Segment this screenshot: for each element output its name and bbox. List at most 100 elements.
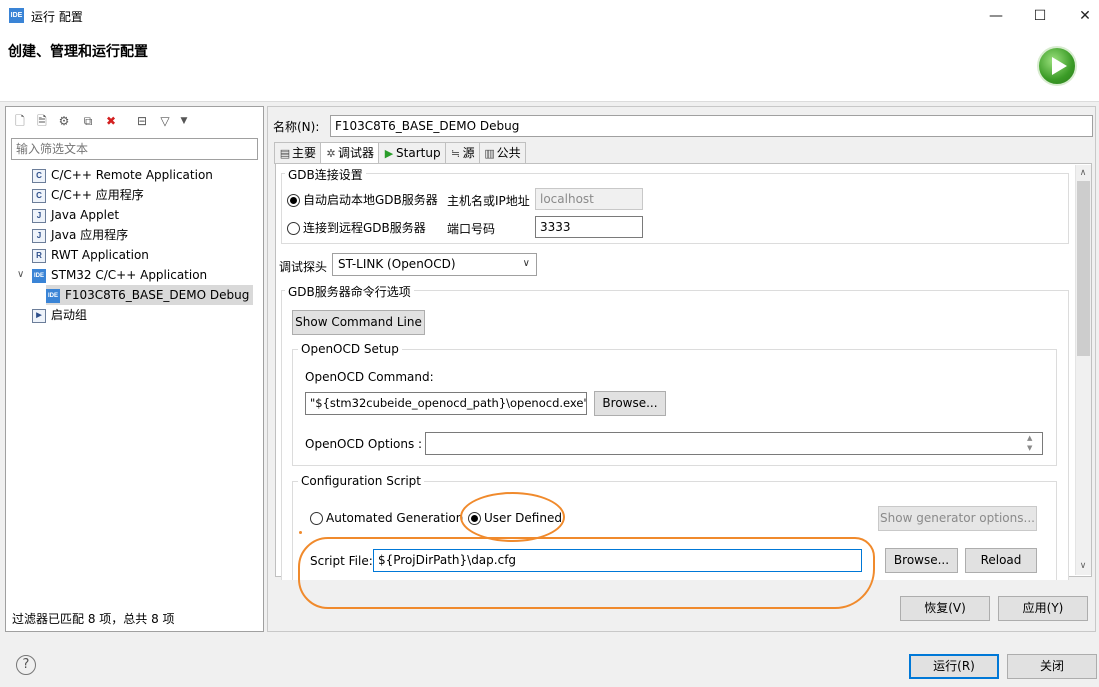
host-field: localhost (535, 188, 643, 210)
openocd-options-label: OpenOCD Options : (305, 437, 423, 451)
tree-item-rwt[interactable]: R RWT Application (32, 245, 149, 265)
scroll-up-icon[interactable]: ∧ (1075, 165, 1091, 181)
run-button[interactable]: 运行(R) (909, 654, 999, 679)
script-file-highlight (298, 537, 875, 609)
port-label: 端口号码 (447, 222, 496, 236)
filter-icon[interactable]: ▽ (157, 113, 173, 129)
tree-item-launch-group[interactable]: ▶ 启动组 (32, 305, 87, 325)
tree-item-label: Java 应用程序 (51, 228, 129, 242)
tab-label: 源 (462, 146, 475, 160)
java-app-icon: J (32, 228, 46, 243)
play-icon: ▶ (384, 147, 394, 160)
port-field[interactable]: 3333 (535, 216, 643, 238)
minimize-button[interactable]: — (986, 6, 1006, 26)
tree-item-label: C/C++ Remote Application (51, 168, 213, 182)
tree-item-java-applet[interactable]: J Java Applet (32, 205, 119, 225)
bug-icon: ✲ (326, 147, 336, 160)
configuration-script-title: Configuration Script (298, 474, 424, 488)
title-bar (0, 0, 1099, 32)
delete-icon[interactable]: ✖ (103, 113, 119, 129)
tab-common[interactable]: ▥ 公共 (478, 142, 526, 164)
tab-strip: ▤ 主要 ✲ 调试器 ▶ Startup ≒ 源 ▥ 公共 (274, 142, 526, 165)
page-title: 创建、管理和运行配置 (8, 44, 148, 60)
tab-label: 调试器 (338, 146, 375, 160)
tree-item-java-app[interactable]: J Java 应用程序 (32, 225, 128, 245)
tab-label: 公共 (496, 146, 521, 160)
tree-item-label: C/C++ 应用程序 (51, 188, 144, 202)
java-applet-icon: J (32, 208, 46, 223)
close-button[interactable]: 关闭 (1007, 654, 1097, 679)
launch-group-icon: ▶ (32, 308, 46, 323)
apply-button[interactable]: 应用(Y) (998, 596, 1088, 621)
radio-selected-icon (287, 194, 300, 207)
chevron-down-icon[interactable]: ∨ (17, 265, 24, 285)
ide-icon: IDE (32, 268, 46, 283)
auto-start-radio[interactable]: 自动启动本地GDB服务器 (287, 191, 438, 208)
ide-icon: IDE (46, 288, 60, 303)
automated-generation-label: Automated Generation (326, 511, 464, 525)
debug-probe-label: 调试探头 (279, 260, 328, 274)
show-command-line-button[interactable]: Show Command Line (292, 310, 425, 335)
tree-item-label: 启动组 (51, 308, 88, 322)
gdb-connection-title: GDB连接设置 (285, 166, 366, 183)
filter-input[interactable] (11, 138, 258, 160)
tab-startup[interactable]: ▶ Startup (378, 142, 446, 164)
script-browse-button[interactable]: Browse... (885, 548, 958, 573)
auto-start-label: 自动启动本地GDB服务器 (303, 193, 438, 207)
tree-item-cpp-app[interactable]: C C/C++ 应用程序 (32, 185, 144, 205)
name-field[interactable]: F103C8T6_BASE_DEMO Debug (330, 115, 1093, 137)
connect-remote-label: 连接到远程GDB服务器 (303, 221, 426, 235)
tree-item-label: STM32 C/C++ Application (51, 268, 208, 282)
options-spinner-icon[interactable]: ▲ ▼ (1027, 433, 1032, 453)
debug-probe-value: ST-LINK (OpenOCD) (338, 257, 456, 271)
debug-probe-select[interactable]: ST-LINK (OpenOCD) ∨ (332, 253, 537, 276)
scrollbar-thumb[interactable] (1077, 181, 1090, 356)
tree-item-stm32[interactable]: IDE STM32 C/C++ Application (32, 265, 207, 285)
source-icon: ≒ (450, 147, 461, 160)
ide-icon: IDE (9, 8, 24, 23)
common-icon: ▥ (484, 147, 495, 160)
window-title: 运行 配置 (31, 10, 83, 24)
tab-source[interactable]: ≒ 源 (444, 142, 480, 164)
tree-item-cpp-remote[interactable]: C C/C++ Remote Application (32, 165, 213, 185)
tab-debugger[interactable]: ✲ 调试器 (320, 142, 380, 165)
connect-remote-radio[interactable]: 连接到远程GDB服务器 (287, 219, 426, 236)
revert-button[interactable]: 恢复(V) (900, 596, 990, 621)
scroll-down-icon[interactable]: ∨ (1075, 558, 1091, 574)
radio-unselected-icon (310, 512, 323, 525)
export-icon[interactable]: ⚙ (56, 113, 72, 129)
help-icon[interactable]: ? (16, 655, 36, 675)
openocd-setup-title: OpenOCD Setup (298, 342, 402, 356)
automated-generation-radio[interactable]: Automated Generation (310, 511, 463, 525)
openocd-browse-button[interactable]: Browse... (594, 391, 666, 416)
tree-item-label: RWT Application (51, 248, 149, 262)
tab-main[interactable]: ▤ 主要 (274, 142, 322, 164)
rwt-icon: R (32, 248, 46, 263)
tree-item-label: F103C8T6_BASE_DEMO Debug (65, 288, 250, 302)
tree-item-f103-debug[interactable]: IDE F103C8T6_BASE_DEMO Debug (46, 285, 254, 305)
reload-button[interactable]: Reload (965, 548, 1037, 573)
gdb-server-options-title: GDB服务器命令行选项 (285, 283, 414, 300)
c-app-icon: C (32, 188, 46, 203)
radio-unselected-icon (287, 222, 300, 235)
close-window-button[interactable]: ✕ (1075, 6, 1095, 26)
new-prototype-icon[interactable]: 🗎 (34, 113, 50, 129)
filter-dropdown-icon[interactable]: ▼ (176, 113, 192, 129)
host-label: 主机名或IP地址 (447, 194, 530, 208)
duplicate-icon[interactable]: ⧉ (80, 113, 96, 129)
run-icon (1037, 46, 1077, 86)
filter-status: 过滤器已匹配 8 项，总共 8 项 (12, 612, 175, 626)
openocd-command-field[interactable]: "${stm32cubeide_openocd_path}\openocd.ex… (305, 392, 587, 415)
chevron-down-icon: ∨ (522, 258, 530, 269)
tree-item-label: Java Applet (51, 208, 120, 222)
new-config-icon[interactable]: 🗋 (12, 113, 28, 129)
maximize-button[interactable]: ☐ (1030, 6, 1050, 26)
tab-label: 主要 (292, 146, 317, 160)
openocd-options-field[interactable] (425, 432, 1043, 455)
show-generator-options-button: Show generator options... (878, 506, 1037, 531)
name-label: 名称(N): (273, 120, 320, 134)
user-defined-highlight (460, 492, 565, 542)
header-banner (0, 32, 1099, 102)
collapse-all-icon[interactable]: ⊟ (134, 113, 150, 129)
main-tab-icon: ▤ (279, 147, 291, 160)
